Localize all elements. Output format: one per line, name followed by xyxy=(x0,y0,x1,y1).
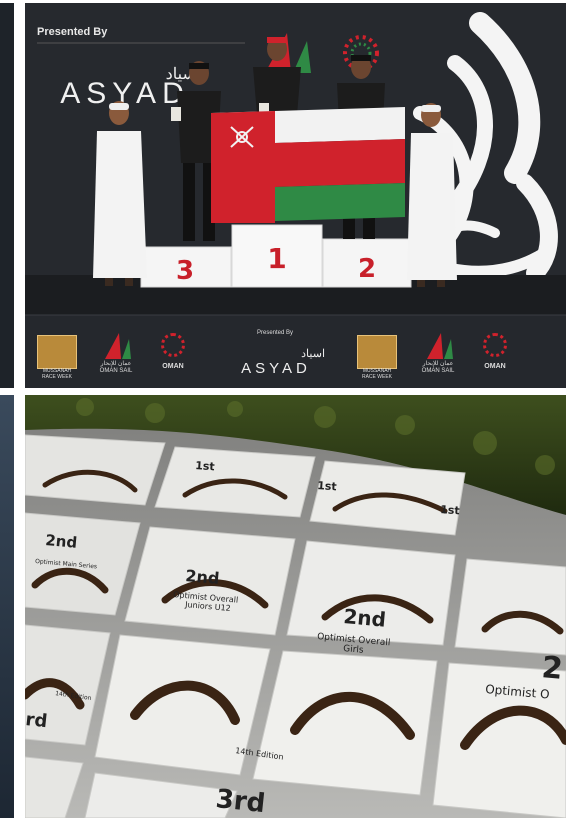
plaque-place: 2 xyxy=(540,650,564,687)
oman-dots-logo-2 xyxy=(483,333,507,357)
oman-sail-caption-2: عمان للإبحار OMAN SAIL xyxy=(413,361,463,375)
adjacent-photo-edge-top xyxy=(0,3,14,388)
podium-number-2: 2 xyxy=(358,254,376,284)
plaques-scene: 1st 1st 1st 2nd Optimist Main Series 2nd… xyxy=(25,395,566,818)
oman-sail-2-arabic: عمان للإبحار xyxy=(422,361,454,367)
mussanah-logo-caption-2: MUSSANAH RACE WEEK xyxy=(351,368,403,380)
banner-sponsor-arabic: اسياد xyxy=(301,348,325,360)
plaque-place: 2nd xyxy=(45,531,78,552)
oman-sail-latin: OMAN SAIL xyxy=(99,368,133,374)
mussanah-logo-caption: MUSSANAH RACE WEEK xyxy=(31,368,83,380)
mussanah-logo-2-line2: RACE WEEK xyxy=(361,374,392,380)
award-plaques-photo[interactable]: 1st 1st 1st 2nd Optimist Main Series 2nd… xyxy=(25,395,566,818)
oman-flag xyxy=(211,107,405,223)
backdrop-presented-by: Presented By xyxy=(37,26,108,38)
plaque-place: 2nd xyxy=(343,604,387,632)
mussanah-race-week-logo-2 xyxy=(357,335,397,369)
oman-logo-caption: OMAN xyxy=(162,363,184,370)
podium-number-1: 1 xyxy=(267,242,286,275)
oman-sail-caption: عمان للإبحار OMAN SAIL xyxy=(91,361,141,375)
plaque-place: 3rd xyxy=(214,784,266,818)
plaque-place: 2nd xyxy=(185,566,221,588)
plaque-place: rd xyxy=(25,709,48,732)
banner-sponsor-latin: ASYAD xyxy=(241,360,311,377)
podium-number-3: 3 xyxy=(176,256,194,286)
plaque-place: 1st xyxy=(195,459,215,473)
mussanah-logo-line2: RACE WEEK xyxy=(41,374,72,380)
plaque-subcategory: Girls xyxy=(343,644,364,656)
oman-sail-2-latin: OMAN SAIL xyxy=(421,368,455,374)
oman-logo-caption-2: OMAN xyxy=(484,363,506,370)
plaque-place: 1st xyxy=(317,479,337,493)
banner-presented-by: Presented By xyxy=(256,330,294,336)
podium-ceremony-photo[interactable]: Presented By اسياد ASYAD 3 1 2 MUSSANAH … xyxy=(25,3,566,388)
oman-sail-logo xyxy=(99,331,133,361)
plaque-place: 1st xyxy=(440,503,460,517)
mussanah-race-week-logo xyxy=(37,335,77,369)
oman-sail-arabic: عمان للإبحار xyxy=(100,361,132,367)
adjacent-photo-edge-bottom xyxy=(0,395,14,818)
oman-sail-logo-2 xyxy=(421,331,455,361)
oman-dots-logo xyxy=(161,333,185,357)
